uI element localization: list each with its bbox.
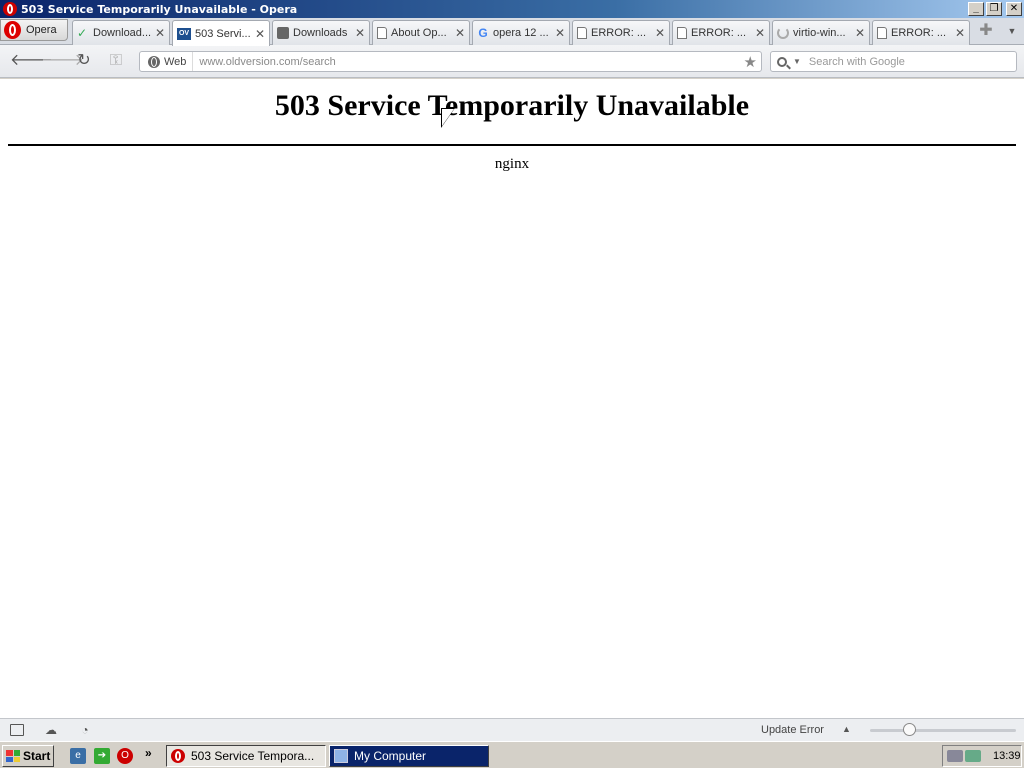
zoom-slider[interactable]: [870, 729, 1016, 732]
window-title: 503 Service Temporarily Unavailable - Op…: [21, 2, 298, 16]
page-icon: [377, 27, 387, 39]
minimize-button[interactable]: _: [968, 2, 984, 16]
zoom-slider-handle[interactable]: [902, 723, 916, 736]
close-tab-icon[interactable]: ✕: [855, 26, 865, 40]
taskbar-item-label: 503 Service Tempora...: [191, 749, 315, 763]
tab-label: ERROR: ...: [591, 27, 647, 39]
globe-icon: [148, 55, 160, 68]
loading-icon: [777, 27, 789, 39]
bookmark-star-icon[interactable]: ★: [744, 53, 757, 71]
my-computer-icon: [334, 749, 348, 763]
taskbar-item-label: My Computer: [354, 749, 427, 763]
title-bar: 503 Service Temporarily Unavailable - Op…: [0, 0, 1024, 18]
window-controls: _ ❐ ✕: [968, 2, 1022, 16]
close-tab-icon[interactable]: ✕: [455, 26, 465, 40]
turbo-icon[interactable]: ◔: [78, 724, 92, 736]
google-icon: G: [478, 26, 488, 40]
tab-error-3[interactable]: ERROR: ... ✕: [872, 20, 970, 45]
key-icon[interactable]: ⚿: [106, 52, 126, 70]
taskbar: Start e ➔ O » 503 Service Tempora... My …: [0, 741, 1024, 768]
clock[interactable]: 13:39: [993, 750, 1021, 762]
address-bar[interactable]: Web www.oldversion.com/search ★: [139, 51, 762, 72]
show-desktop-icon[interactable]: ➔: [94, 748, 110, 764]
quicklaunch-chevron-icon[interactable]: »: [145, 746, 152, 760]
tab-error-2[interactable]: ERROR: ... ✕: [672, 20, 770, 45]
tab-label: opera 12 ...: [493, 27, 549, 39]
tab-label: virtio-win...: [793, 27, 846, 39]
windows-logo-icon: [6, 750, 20, 762]
tab-opera-12[interactable]: G opera 12 ... ✕: [472, 20, 570, 45]
taskbar-item-my-computer[interactable]: My Computer: [329, 745, 489, 767]
tab-label: 503 Servi...: [195, 27, 251, 40]
navigation-bar: 🡐 🡒 ↻ ⚿ Web www.oldversion.com/search ★ …: [0, 45, 1024, 78]
url-input[interactable]: www.oldversion.com/search: [193, 56, 761, 68]
unite-cloud-icon[interactable]: ☁: [44, 724, 58, 736]
tab-label: Download...: [93, 27, 152, 39]
tab-virtio-win[interactable]: virtio-win... ✕: [772, 20, 870, 45]
system-tray: 13:39: [942, 745, 1022, 767]
start-label: Start: [23, 749, 51, 763]
close-tab-icon[interactable]: ✕: [155, 26, 165, 40]
close-button[interactable]: ✕: [1006, 2, 1022, 16]
tab-bar: Opera ✓ Download... ✕ OV 503 Servi... ✕ …: [0, 18, 1024, 46]
search-placeholder: Search with Google: [808, 55, 905, 68]
opera-menu-button[interactable]: Opera: [0, 19, 68, 41]
mouse-cursor-fill: [442, 109, 454, 126]
page-icon: [577, 27, 587, 39]
tab-about-opera[interactable]: About Op... ✕: [372, 20, 470, 45]
tab-503[interactable]: OV 503 Servi... ✕: [172, 20, 270, 46]
download-icon: [277, 27, 289, 39]
tab-menu-chevron-icon[interactable]: ▼: [1004, 24, 1020, 38]
reload-icon[interactable]: ↻: [74, 52, 94, 70]
opera-logo-icon: [3, 2, 17, 16]
restore-button[interactable]: ❐: [986, 2, 1002, 16]
search-icon: [777, 56, 787, 67]
tab-label: ERROR: ...: [891, 27, 947, 39]
error-heading: 503 Service Temporarily Unavailable: [274, 89, 750, 122]
back-arrow-icon[interactable]: 🡐: [10, 52, 53, 70]
page-icon: [677, 27, 687, 39]
internet-explorer-icon[interactable]: e: [70, 748, 86, 764]
tab-error-1[interactable]: ERROR: ... ✕: [572, 20, 670, 45]
tab-label: ERROR: ...: [691, 27, 747, 39]
update-status[interactable]: Update Error: [761, 724, 824, 736]
tab-downloads[interactable]: Downloads ✕: [272, 20, 370, 45]
new-tab-plus-icon[interactable]: ✚: [975, 22, 997, 40]
page-content: 503 Service Temporarily Unavailable ngin…: [0, 79, 1024, 718]
tab-label: Downloads: [293, 27, 348, 39]
search-engine-dropdown-icon[interactable]: ▼: [793, 57, 801, 66]
opera-quicklaunch-icon[interactable]: O: [117, 748, 133, 764]
server-signature: nginx: [494, 156, 530, 172]
search-field[interactable]: ▼ Search with Google: [770, 51, 1017, 72]
oldversion-icon: OV: [177, 27, 191, 40]
close-tab-icon[interactable]: ✕: [655, 26, 665, 40]
security-badge[interactable]: Web: [140, 52, 194, 71]
status-bar: ☁ ◔ Update Error ▲: [0, 718, 1024, 741]
close-tab-icon[interactable]: ✕: [355, 26, 365, 40]
opera-logo-icon: [171, 749, 185, 763]
close-tab-icon[interactable]: ✕: [755, 26, 765, 40]
taskbar-item-opera[interactable]: 503 Service Tempora...: [166, 745, 326, 767]
safely-remove-hardware-icon[interactable]: [947, 750, 963, 762]
opera-menu-label: Opera: [26, 24, 57, 36]
tab-download[interactable]: ✓ Download... ✕: [72, 20, 170, 45]
security-badge-label: Web: [164, 55, 187, 68]
close-tab-icon[interactable]: ✕: [255, 27, 265, 41]
opera-logo-icon: [4, 21, 21, 39]
page-icon: [877, 27, 887, 39]
divider: [8, 144, 1016, 146]
v-check-icon: ✓: [77, 26, 88, 40]
forward-arrow-icon[interactable]: 🡒: [41, 52, 84, 70]
tab-label: About Op...: [391, 27, 447, 39]
start-button[interactable]: Start: [2, 745, 54, 767]
chevron-up-icon[interactable]: ▲: [842, 724, 851, 734]
close-tab-icon[interactable]: ✕: [955, 26, 965, 40]
panel-toggle-icon[interactable]: [10, 724, 24, 736]
network-icon[interactable]: [965, 750, 981, 762]
close-tab-icon[interactable]: ✕: [555, 26, 565, 40]
